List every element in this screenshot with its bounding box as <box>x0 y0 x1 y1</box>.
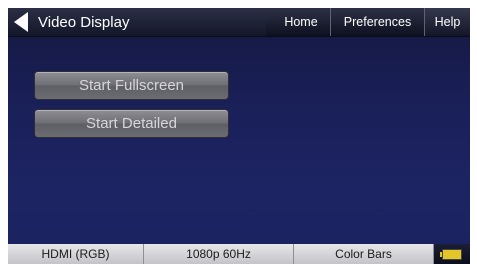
header-bar: Video Display Home Preferences Help <box>8 8 470 37</box>
tab-help[interactable]: Help <box>424 8 470 36</box>
tab-home[interactable]: Home <box>266 8 330 36</box>
back-button[interactable]: Video Display <box>8 8 168 36</box>
status-format: 1080p 60Hz <box>144 244 294 264</box>
start-fullscreen-button[interactable]: Start Fullscreen <box>34 71 229 100</box>
back-arrow-icon[interactable] <box>14 12 28 32</box>
page-title: Video Display <box>38 13 130 31</box>
battery-icon <box>440 248 462 260</box>
start-detailed-button[interactable]: Start Detailed <box>34 109 229 138</box>
status-bar: HDMI (RGB) 1080p 60Hz Color Bars <box>8 244 470 264</box>
status-pattern: Color Bars <box>294 244 434 264</box>
tab-preferences[interactable]: Preferences <box>330 8 424 36</box>
battery-indicator <box>434 244 470 264</box>
header-tabs: Home Preferences Help <box>266 8 470 36</box>
device-screen: Video Display Home Preferences Help Star… <box>8 8 470 264</box>
status-interface: HDMI (RGB) <box>8 244 144 264</box>
